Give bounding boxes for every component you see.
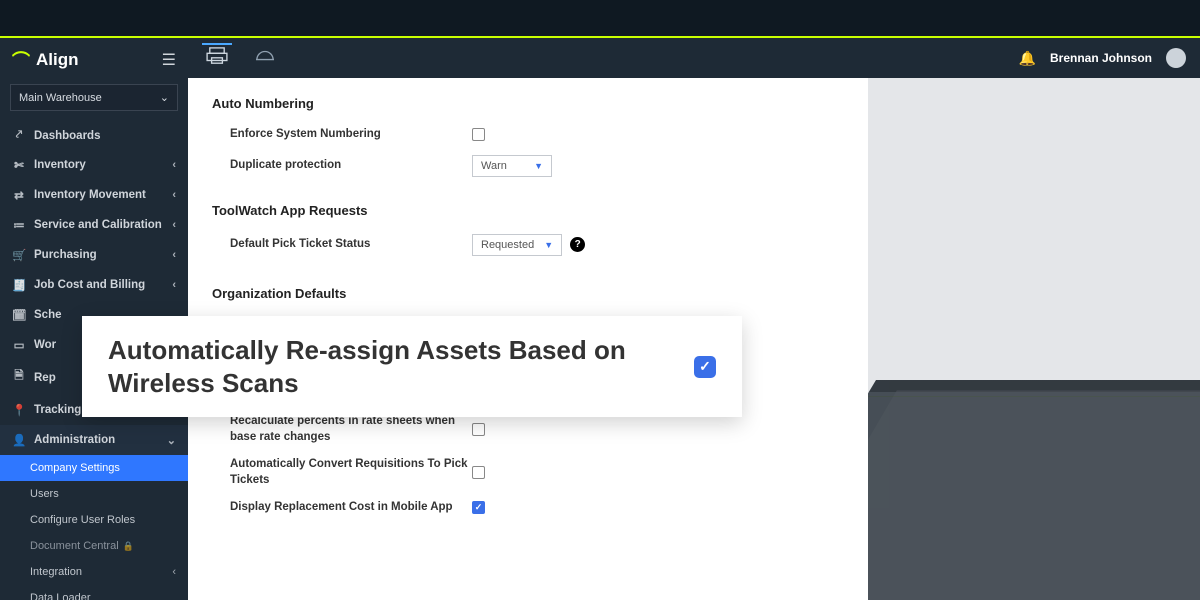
printer-icon: [206, 47, 228, 65]
enforce-numbering-checkbox[interactable]: [472, 128, 485, 141]
bill-icon: 🧾: [12, 278, 26, 292]
sidebar-item-label: Rep: [34, 372, 56, 384]
sidebar-sub-users[interactable]: Users: [0, 481, 188, 507]
sidebar-item-label: Purchasing: [34, 249, 97, 261]
sidebar-sub-integration[interactable]: Integration ‹: [0, 559, 188, 585]
sidebar-item-label: Administration: [34, 434, 115, 446]
help-icon[interactable]: ?: [570, 237, 585, 252]
pick-ticket-status-select[interactable]: Requested ▼: [472, 234, 562, 256]
row-label: Enforce System Numbering: [212, 127, 472, 143]
header: 🔔 Brennan Johnson: [188, 38, 1200, 78]
sidebar-item-service[interactable]: ≔ Service and Calibration ‹: [0, 210, 188, 240]
warehouse-value: Main Warehouse: [19, 92, 102, 104]
row-label: Automatically Convert Requisitions To Pi…: [212, 457, 472, 488]
sidebar-sub-document-central[interactable]: Document Central: [0, 533, 188, 559]
chart-icon: ⤤: [12, 129, 26, 142]
row-label: Recalculate percents in rate sheets when…: [212, 414, 472, 445]
pin-icon: 📍: [12, 403, 26, 417]
row-label: Default Pick Ticket Status: [212, 237, 472, 253]
chevron-down-icon: ⌄: [167, 434, 176, 447]
duplicate-protection-select[interactable]: Warn ▼: [472, 155, 552, 177]
row-label: Duplicate protection: [212, 158, 472, 174]
sidebar-item-dashboards[interactable]: ⤤ Dashboards: [0, 121, 188, 150]
sidebar-item-label: Inventory Movement: [34, 189, 146, 201]
user-icon: 👤: [12, 433, 26, 447]
hamburger-icon[interactable]: ☰: [162, 50, 176, 70]
app-topbar: [0, 0, 1200, 36]
chevron-left-icon: ‹: [172, 249, 176, 261]
user-name: Brennan Johnson: [1050, 51, 1152, 65]
document-icon: 🗎: [12, 368, 26, 387]
callout-overlay: Automatically Re-assign Assets Based on …: [82, 316, 742, 417]
convert-req-checkbox[interactable]: [472, 466, 485, 479]
section-auto-numbering: Auto Numbering: [212, 96, 844, 111]
select-value: Warn: [481, 160, 507, 172]
replacement-cost-checkbox[interactable]: [472, 501, 485, 514]
select-value: Requested: [481, 239, 534, 251]
chevron-left-icon: ‹: [172, 159, 176, 171]
calendar-icon: 🗓: [12, 308, 26, 322]
header-tab-1[interactable]: [202, 43, 232, 73]
sidebar-item-inventory[interactable]: ✄ Inventory ‹: [0, 150, 188, 180]
sidebar-item-label: Job Cost and Billing: [34, 279, 145, 291]
chevron-left-icon: ‹: [172, 566, 176, 578]
callout-text: Automatically Re-assign Assets Based on …: [108, 334, 628, 399]
section-org-defaults: Organization Defaults: [212, 286, 844, 301]
sidebar-item-purchasing[interactable]: 🛒 Purchasing ‹: [0, 240, 188, 270]
row-pick-ticket: Default Pick Ticket Status Requested ▼ ?: [212, 228, 844, 262]
decorative-diagonal: [868, 380, 1200, 600]
row-convert-req: Automatically Convert Requisitions To Pi…: [212, 451, 844, 494]
right-pane: [868, 78, 1200, 600]
sidebar-sub-data-loader[interactable]: Data Loader: [0, 585, 188, 600]
brand: ⌒ Align: [12, 47, 79, 73]
caret-down-icon: ▼: [534, 161, 543, 171]
sidebar-item-label: Tracking: [34, 404, 81, 416]
sidebar-item-label: Dashboards: [34, 130, 100, 142]
chevron-left-icon: ‹: [172, 279, 176, 291]
swap-icon: ⇄: [12, 188, 26, 202]
cart-icon: 🛒: [12, 248, 26, 262]
sidebar-item-label: Inventory: [34, 159, 86, 171]
brand-icon: ⌒: [12, 47, 30, 73]
section-toolwatch: ToolWatch App Requests: [212, 203, 844, 218]
sidebar-item-jobcost[interactable]: 🧾 Job Cost and Billing ‹: [0, 270, 188, 300]
recalc-percents-checkbox[interactable]: [472, 423, 485, 436]
sidebar-item-label: Service and Calibration: [34, 219, 162, 231]
sidebar-item-administration[interactable]: 👤 Administration ⌄: [0, 425, 188, 455]
sidebar-sub-company-settings[interactable]: Company Settings: [0, 455, 188, 481]
row-duplicate-protection: Duplicate protection Warn ▼: [212, 149, 844, 183]
sidebar-sub-roles[interactable]: Configure User Roles: [0, 507, 188, 533]
sidebar-item-label: Sche: [34, 309, 62, 321]
chevron-left-icon: ‹: [172, 219, 176, 231]
avatar[interactable]: [1166, 48, 1186, 68]
list-icon: ≔: [12, 218, 26, 232]
window-icon: ▭: [12, 338, 26, 352]
row-replacement-cost: Display Replacement Cost in Mobile App: [212, 494, 844, 522]
header-tab-2[interactable]: [250, 43, 280, 73]
chevron-down-icon: ⌄: [160, 91, 169, 104]
brand-name: Align: [36, 50, 79, 70]
row-label: Display Replacement Cost in Mobile App: [212, 500, 472, 516]
tools-icon: ✄: [12, 158, 26, 172]
bell-icon[interactable]: 🔔: [1019, 50, 1036, 67]
warehouse-select[interactable]: Main Warehouse ⌄: [10, 84, 178, 111]
hardhat-icon: [254, 47, 276, 65]
row-enforce-numbering: Enforce System Numbering: [212, 121, 844, 149]
sidebar-item-label: Integration: [30, 566, 82, 578]
chevron-left-icon: ‹: [172, 189, 176, 201]
callout-checkbox[interactable]: ✓: [694, 356, 716, 378]
sidebar-item-label: Wor: [34, 339, 56, 351]
caret-down-icon: ▼: [544, 240, 553, 250]
sidebar-item-inventory-movement[interactable]: ⇄ Inventory Movement ‹: [0, 180, 188, 210]
